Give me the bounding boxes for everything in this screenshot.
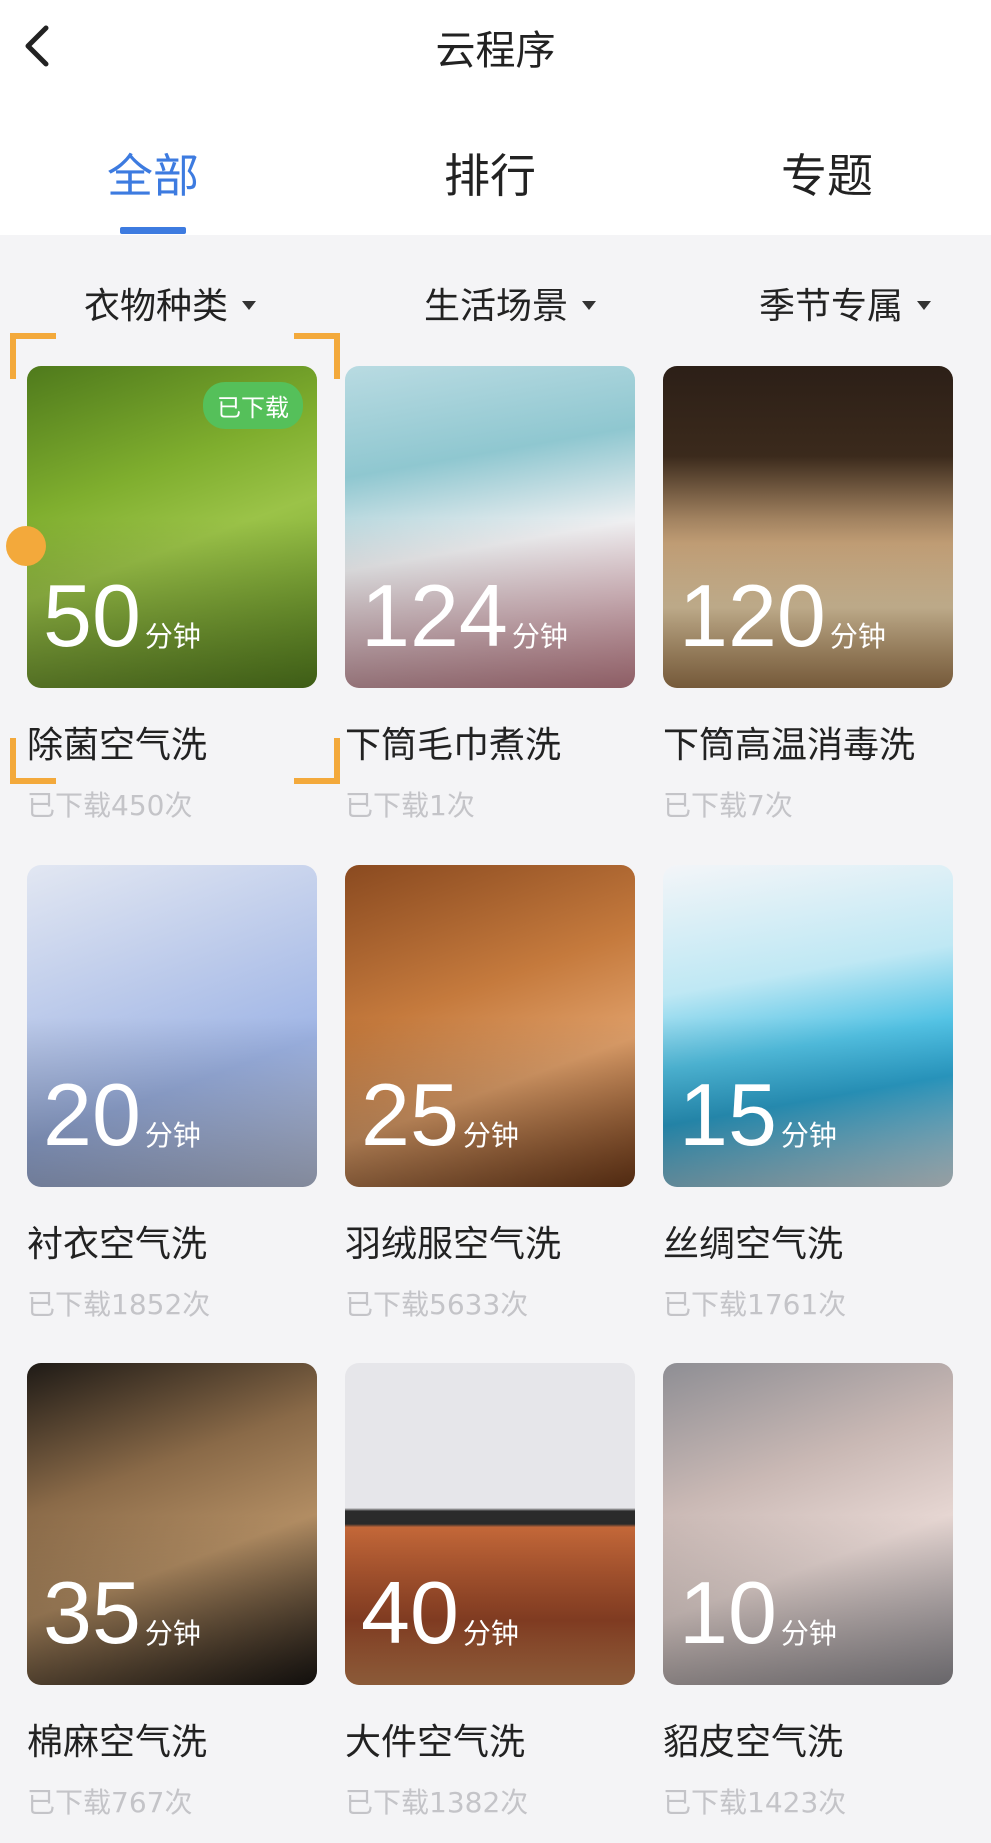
duration-unit: 分钟 [144, 1119, 201, 1152]
filter-life-scene[interactable]: 生活场景 [423, 277, 597, 329]
duration-unit: 分钟 [144, 1617, 201, 1650]
focus-corner-top-right [294, 333, 340, 379]
tab-topics[interactable]: 专题 [781, 140, 873, 206]
focus-corner-top-left [10, 333, 56, 379]
program-card[interactable]: 15 分钟 丝绸空气洗 已下载1761次 [663, 865, 953, 1323]
program-card[interactable]: 10 分钟 貂皮空气洗 已下载1423次 [663, 1363, 953, 1821]
download-count: 已下载5633次 [345, 1288, 529, 1321]
program-name: 棉麻空气洗 [27, 1722, 208, 1763]
duration-value: 15 [679, 1065, 777, 1164]
focus-corner-bottom-left [10, 738, 56, 784]
program-card[interactable]: 20 分钟 衬衣空气洗 已下载1852次 [27, 865, 317, 1323]
filter-season[interactable]: 季节专属 [758, 277, 932, 329]
duration: 124 分钟 [361, 572, 568, 660]
filter-clothing-type[interactable]: 衣物种类 [83, 277, 257, 329]
program-thumbnail: 10 分钟 [663, 1363, 953, 1685]
duration: 10 分钟 [679, 1569, 837, 1657]
caret-down-icon [242, 300, 257, 310]
program-thumbnail: 已下载 50 分钟 [27, 366, 317, 688]
duration-value: 40 [361, 1563, 459, 1662]
duration-unit: 分钟 [511, 620, 568, 653]
program-card[interactable]: 40 分钟 大件空气洗 已下载1382次 [345, 1363, 635, 1821]
program-card[interactable]: 35 分钟 棉麻空气洗 已下载767次 [27, 1363, 317, 1821]
caret-down-icon [582, 300, 597, 310]
duration-unit: 分钟 [829, 620, 886, 653]
program-thumbnail: 124 分钟 [345, 366, 635, 688]
program-thumbnail: 120 分钟 [663, 366, 953, 688]
program-thumbnail: 25 分钟 [345, 865, 635, 1187]
duration: 25 分钟 [361, 1071, 519, 1159]
duration: 35 分钟 [43, 1569, 201, 1657]
duration: 15 分钟 [679, 1071, 837, 1159]
duration-value: 50 [43, 566, 141, 665]
duration-unit: 分钟 [462, 1119, 519, 1152]
tab-all[interactable]: 全部 [107, 140, 199, 206]
downloaded-badge: 已下载 [203, 382, 303, 429]
program-card[interactable]: 已下载 50 分钟 除菌空气洗 已下载450次 [27, 366, 317, 824]
program-name: 衬衣空气洗 [27, 1224, 208, 1265]
program-name: 丝绸空气洗 [663, 1224, 844, 1265]
program-name: 除菌空气洗 [27, 725, 208, 766]
focus-corner-bottom-right [294, 738, 340, 784]
download-count: 已下载7次 [663, 789, 793, 822]
duration-unit: 分钟 [462, 1617, 519, 1650]
duration: 40 分钟 [361, 1569, 519, 1657]
program-thumbnail: 15 分钟 [663, 865, 953, 1187]
program-name: 貂皮空气洗 [663, 1722, 844, 1763]
duration-unit: 分钟 [144, 620, 201, 653]
program-thumbnail: 35 分钟 [27, 1363, 317, 1685]
download-count: 已下载1次 [345, 789, 475, 822]
program-thumbnail: 20 分钟 [27, 865, 317, 1187]
download-count: 已下载767次 [27, 1786, 193, 1819]
filter-label: 衣物种类 [83, 286, 229, 327]
download-count: 已下载1852次 [27, 1288, 211, 1321]
duration-value: 35 [43, 1563, 141, 1662]
download-count: 已下载1423次 [663, 1786, 847, 1819]
download-count: 已下载1761次 [663, 1288, 847, 1321]
program-name: 羽绒服空气洗 [345, 1224, 562, 1265]
duration-value: 20 [43, 1065, 141, 1164]
program-card[interactable]: 124 分钟 下筒毛巾煮洗 已下载1次 [345, 366, 635, 824]
duration-value: 25 [361, 1065, 459, 1164]
tab-bar: 全部 排行 专题 [0, 140, 991, 235]
top-bar: 云程序 全部 排行 专题 [0, 0, 991, 235]
program-name: 下筒高温消毒洗 [663, 725, 916, 766]
duration-unit: 分钟 [780, 1119, 837, 1152]
duration: 120 分钟 [679, 572, 886, 660]
duration-value: 120 [679, 566, 826, 665]
duration-unit: 分钟 [780, 1617, 837, 1650]
caret-down-icon [917, 300, 932, 310]
tab-ranking[interactable]: 排行 [444, 140, 536, 206]
program-thumbnail: 40 分钟 [345, 1363, 635, 1685]
page-title: 云程序 [435, 28, 556, 74]
filter-label: 生活场景 [423, 286, 569, 327]
focus-indicator-dot [6, 526, 46, 566]
program-name: 下筒毛巾煮洗 [345, 725, 562, 766]
program-name: 大件空气洗 [345, 1722, 526, 1763]
filter-bar: 衣物种类 生活场景 季节专属 [0, 255, 991, 345]
active-tab-indicator [120, 227, 186, 234]
duration: 20 分钟 [43, 1071, 201, 1159]
program-card[interactable]: 25 分钟 羽绒服空气洗 已下载5633次 [345, 865, 635, 1323]
filter-label: 季节专属 [758, 286, 904, 327]
program-card[interactable]: 120 分钟 下筒高温消毒洗 已下载7次 [663, 366, 953, 824]
duration-value: 10 [679, 1563, 777, 1662]
duration: 50 分钟 [43, 572, 201, 660]
download-count: 已下载450次 [27, 789, 193, 822]
download-count: 已下载1382次 [345, 1786, 529, 1819]
duration-value: 124 [361, 566, 508, 665]
